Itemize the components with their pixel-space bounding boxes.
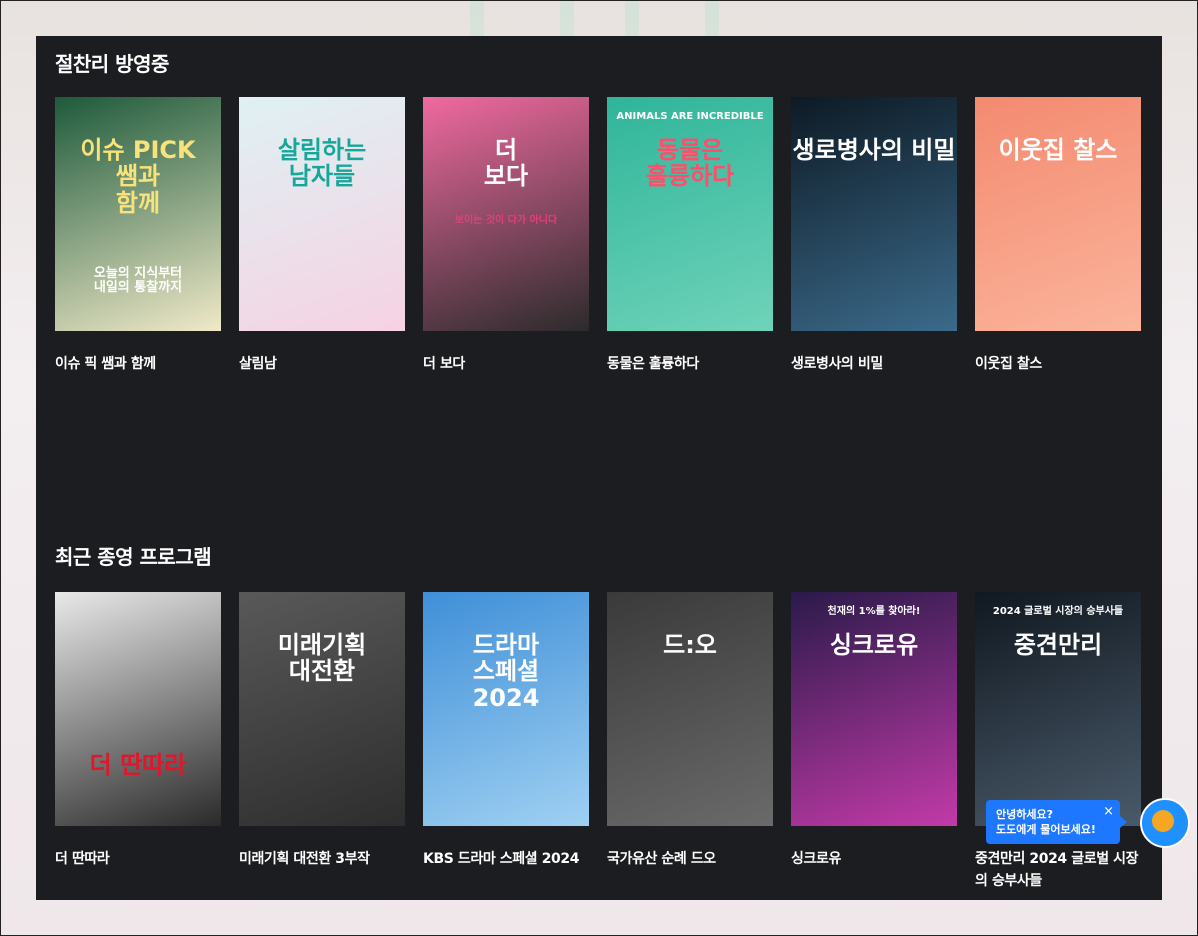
program-card[interactable]: 드라마 스페셜 2024 KBS 드라마 스페셜 2024	[423, 592, 589, 892]
chat-prompt: 도도에게 물어보세요!	[996, 823, 1096, 836]
program-title[interactable]: 미래기획 대전환 3부작	[239, 848, 405, 870]
chat-greeting: 안녕하세요?	[996, 808, 1053, 821]
chatbot-bubble[interactable]: 안녕하세요? 도도에게 물어보세요! ×	[986, 800, 1127, 844]
program-poster[interactable]: 이웃집 찰스	[975, 97, 1141, 331]
program-title[interactable]: 싱크로유	[791, 848, 957, 870]
poster-title-art: 더 보다	[483, 136, 529, 191]
background-stripe	[625, 0, 639, 40]
program-title[interactable]: 동물은 훌륭하다	[607, 353, 773, 375]
poster-title-art: 이슈 PICK 쌤과 함께	[80, 136, 196, 217]
program-title[interactable]: 이웃집 찰스	[975, 353, 1141, 375]
program-title[interactable]: 생로병사의 비밀	[791, 353, 957, 375]
program-title[interactable]: 살림남	[239, 353, 405, 375]
poster-title-art: 더 딴따라	[89, 751, 187, 779]
program-title[interactable]: 더 보다	[423, 353, 589, 375]
program-poster[interactable]: 이슈 PICK 쌤과 함께오늘의 지식부터 내일의 통찰까지	[55, 97, 221, 331]
poster-title-art: 살림하는 남자들	[277, 136, 367, 191]
program-title[interactable]: 더 딴따라	[55, 848, 221, 870]
program-card[interactable]: 싱크로유 천재의 1%를 찾아라! 싱크로유	[791, 592, 957, 892]
poster-subtitle-art: 2024 글로벌 시장의 승부사들	[992, 606, 1124, 617]
program-title[interactable]: 중견만리 2024 글로벌 시장의 승부사들	[975, 848, 1141, 892]
program-card[interactable]: 더 보다 보이는 것이 다가 아니다 더 보다	[423, 97, 589, 375]
section-title-airing: 절찬리 방영중	[55, 52, 169, 76]
program-poster[interactable]: 싱크로유 천재의 1%를 찾아라!	[791, 592, 957, 826]
poster-title-art: 동물은 훌륭하다	[645, 136, 735, 191]
background-stripe	[705, 0, 719, 40]
program-poster[interactable]: 동물은 훌륭하다 ANIMALS ARE INCREDIBLE	[607, 97, 773, 331]
chatbot-mascot-icon	[1152, 810, 1174, 832]
poster-title-art: 싱크로유	[829, 631, 919, 659]
program-poster[interactable]: 살림하는 남자들	[239, 97, 405, 331]
program-card[interactable]: 더 딴따라 더 딴따라	[55, 592, 221, 892]
program-card[interactable]: 이슈 PICK 쌤과 함께오늘의 지식부터 내일의 통찰까지이슈 픽 쌤과 함께	[55, 97, 221, 375]
background-stripe	[560, 0, 574, 40]
poster-title-art: 드:오	[663, 631, 717, 659]
program-poster[interactable]: 드라마 스페셜 2024	[423, 592, 589, 826]
program-poster[interactable]: 미래기획 대전환	[239, 592, 405, 826]
poster-title-art: 생로병사의 비밀	[792, 136, 956, 164]
program-card[interactable]: 중견만리 2024 글로벌 시장의 승부사들 중견만리 2024 글로벌 시장의 승…	[975, 592, 1141, 892]
program-card[interactable]: 이웃집 찰스 이웃집 찰스	[975, 97, 1141, 375]
chatbot-avatar-button[interactable]	[1140, 798, 1190, 848]
poster-subtitle-art: 천재의 1%를 찾아라!	[827, 606, 921, 617]
close-icon[interactable]: ×	[1103, 804, 1114, 819]
poster-subtitle-art: 보이는 것이 다가 아니다	[454, 215, 558, 226]
airing-program-grid: 이슈 PICK 쌤과 함께오늘의 지식부터 내일의 통찰까지이슈 픽 쌤과 함께…	[55, 97, 1141, 375]
program-poster[interactable]: 더 딴따라	[55, 592, 221, 826]
background-stripe	[470, 0, 484, 40]
program-poster[interactable]: 드:오	[607, 592, 773, 826]
program-card[interactable]: 미래기획 대전환미래기획 대전환 3부작	[239, 592, 405, 892]
program-card[interactable]: 생로병사의 비밀 생로병사의 비밀	[791, 97, 957, 375]
program-poster[interactable]: 중견만리 2024 글로벌 시장의 승부사들	[975, 592, 1141, 826]
program-card[interactable]: 동물은 훌륭하다 ANIMALS ARE INCREDIBLE 동물은 훌륭하다	[607, 97, 773, 375]
poster-title-art: 미래기획 대전환	[277, 631, 367, 686]
program-poster[interactable]: 더 보다보이는 것이 다가 아니다	[423, 97, 589, 331]
poster-subtitle-art: 오늘의 지식부터 내일의 통찰까지	[93, 266, 183, 296]
program-title[interactable]: 이슈 픽 쌤과 함께	[55, 353, 221, 375]
program-poster[interactable]: 생로병사의 비밀	[791, 97, 957, 331]
poster-title-art: 드라마 스페셜 2024	[472, 631, 540, 712]
poster-title-art: 이웃집 찰스	[998, 136, 1118, 164]
program-title[interactable]: KBS 드라마 스페셜 2024	[423, 848, 589, 870]
program-panel: 절찬리 방영중 이슈 PICK 쌤과 함께 오늘의 지식부터 내일의 통찰까지 이슈…	[36, 36, 1162, 900]
poster-subtitle-art: ANIMALS ARE INCREDIBLE	[616, 111, 764, 122]
poster-title-art: 중견만리	[1013, 631, 1103, 659]
program-card[interactable]: 살림하는 남자들살림남	[239, 97, 405, 375]
section-title-ended: 최근 종영 프로그램	[55, 545, 212, 569]
ended-program-grid: 더 딴따라 더 딴따라 미래기획 대전환 미래기획 대전환 3부작 드라마 스페셜 20…	[55, 592, 1141, 892]
program-title[interactable]: 국가유산 순례 드오	[607, 848, 773, 870]
program-card[interactable]: 드:오국가유산 순례 드오	[607, 592, 773, 892]
